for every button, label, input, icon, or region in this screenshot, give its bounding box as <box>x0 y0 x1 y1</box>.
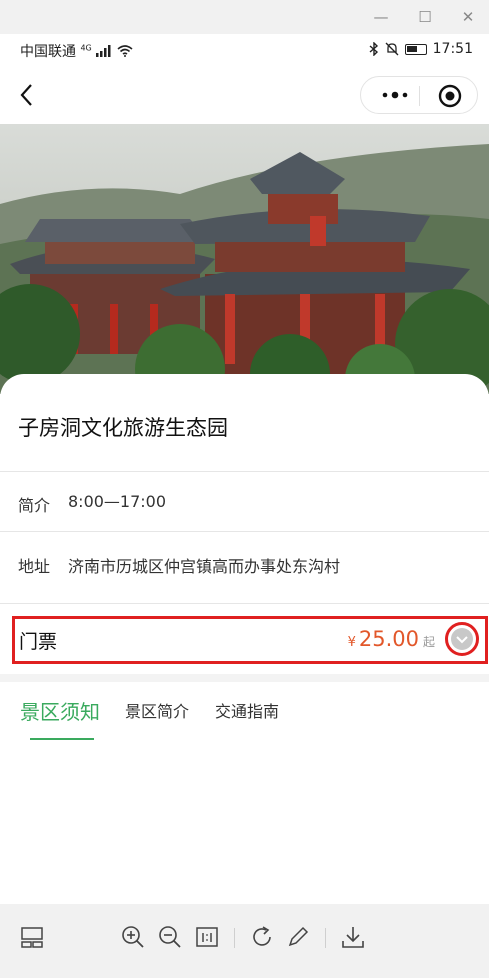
status-right: 17:51 <box>369 41 473 57</box>
chevron-down-icon <box>451 628 473 650</box>
expand-button[interactable] <box>445 622 479 656</box>
layout-icon[interactable] <box>19 924 45 950</box>
active-tab-indicator <box>30 738 94 740</box>
edit-pencil-icon[interactable] <box>285 924 311 950</box>
rotate-icon[interactable] <box>249 924 275 950</box>
wifi-icon <box>117 45 133 57</box>
carrier-info: 中国联通 4G <box>20 41 133 61</box>
capsule-divider <box>419 86 420 106</box>
place-title: 子房洞文化旅游生态园 <box>18 416 228 440</box>
ticket-row[interactable]: 门票 ¥25.00 起 <box>12 616 488 664</box>
tab-transport-guide[interactable]: 交通指南 <box>215 698 279 722</box>
zoom-out-icon[interactable] <box>157 924 183 950</box>
signal-icon <box>96 45 111 57</box>
price-value: 25.00 <box>358 627 419 651</box>
actual-size-icon[interactable] <box>194 924 220 950</box>
network-type: 4G <box>80 43 92 53</box>
nav-bar <box>0 66 489 124</box>
ticket-label: 门票 <box>19 631 58 653</box>
chevron-left-icon[interactable] <box>14 80 42 110</box>
mini-program-capsule <box>360 76 478 114</box>
zoom-in-icon[interactable] <box>120 924 146 950</box>
ticket-price: ¥25.00 起 <box>348 627 435 651</box>
minimize-button[interactable]: — <box>370 6 392 28</box>
window-title-bar: — ☐ ✕ <box>0 0 489 34</box>
tab-scenic-intro[interactable]: 景区简介 <box>125 698 189 722</box>
tab-scenic-notice[interactable]: 景区须知 <box>20 696 100 725</box>
price-suffix: 起 <box>422 635 435 649</box>
status-bar: 中国联通 4G 17:51 <box>0 34 489 66</box>
battery-icon <box>404 43 427 55</box>
divider <box>0 531 489 532</box>
carrier-name: 中国联通 <box>20 44 76 60</box>
more-dots-icon[interactable] <box>377 83 413 107</box>
close-window-button[interactable]: ✕ <box>457 6 479 28</box>
clock: 17:51 <box>432 41 473 57</box>
divider <box>0 603 489 604</box>
toolbar-divider <box>234 928 235 948</box>
viewer-toolbar <box>0 904 489 978</box>
currency-symbol: ¥ <box>347 635 356 650</box>
mute-bell-icon <box>385 42 399 56</box>
section-gap <box>0 674 489 682</box>
toolbar-divider <box>325 928 326 948</box>
scenic-spot-photo <box>0 124 489 394</box>
divider <box>0 471 489 472</box>
target-icon[interactable] <box>437 83 463 109</box>
opening-hours: 8:00—17:00 <box>68 492 167 511</box>
intro-label: 简介 <box>18 496 51 515</box>
bluetooth-icon <box>369 42 378 56</box>
download-icon[interactable] <box>340 924 366 950</box>
address-label: 地址 <box>18 557 51 576</box>
maximize-button[interactable]: ☐ <box>414 6 436 28</box>
address-value[interactable]: 济南市历城区仲宫镇高而办事处东沟村 <box>68 553 340 577</box>
